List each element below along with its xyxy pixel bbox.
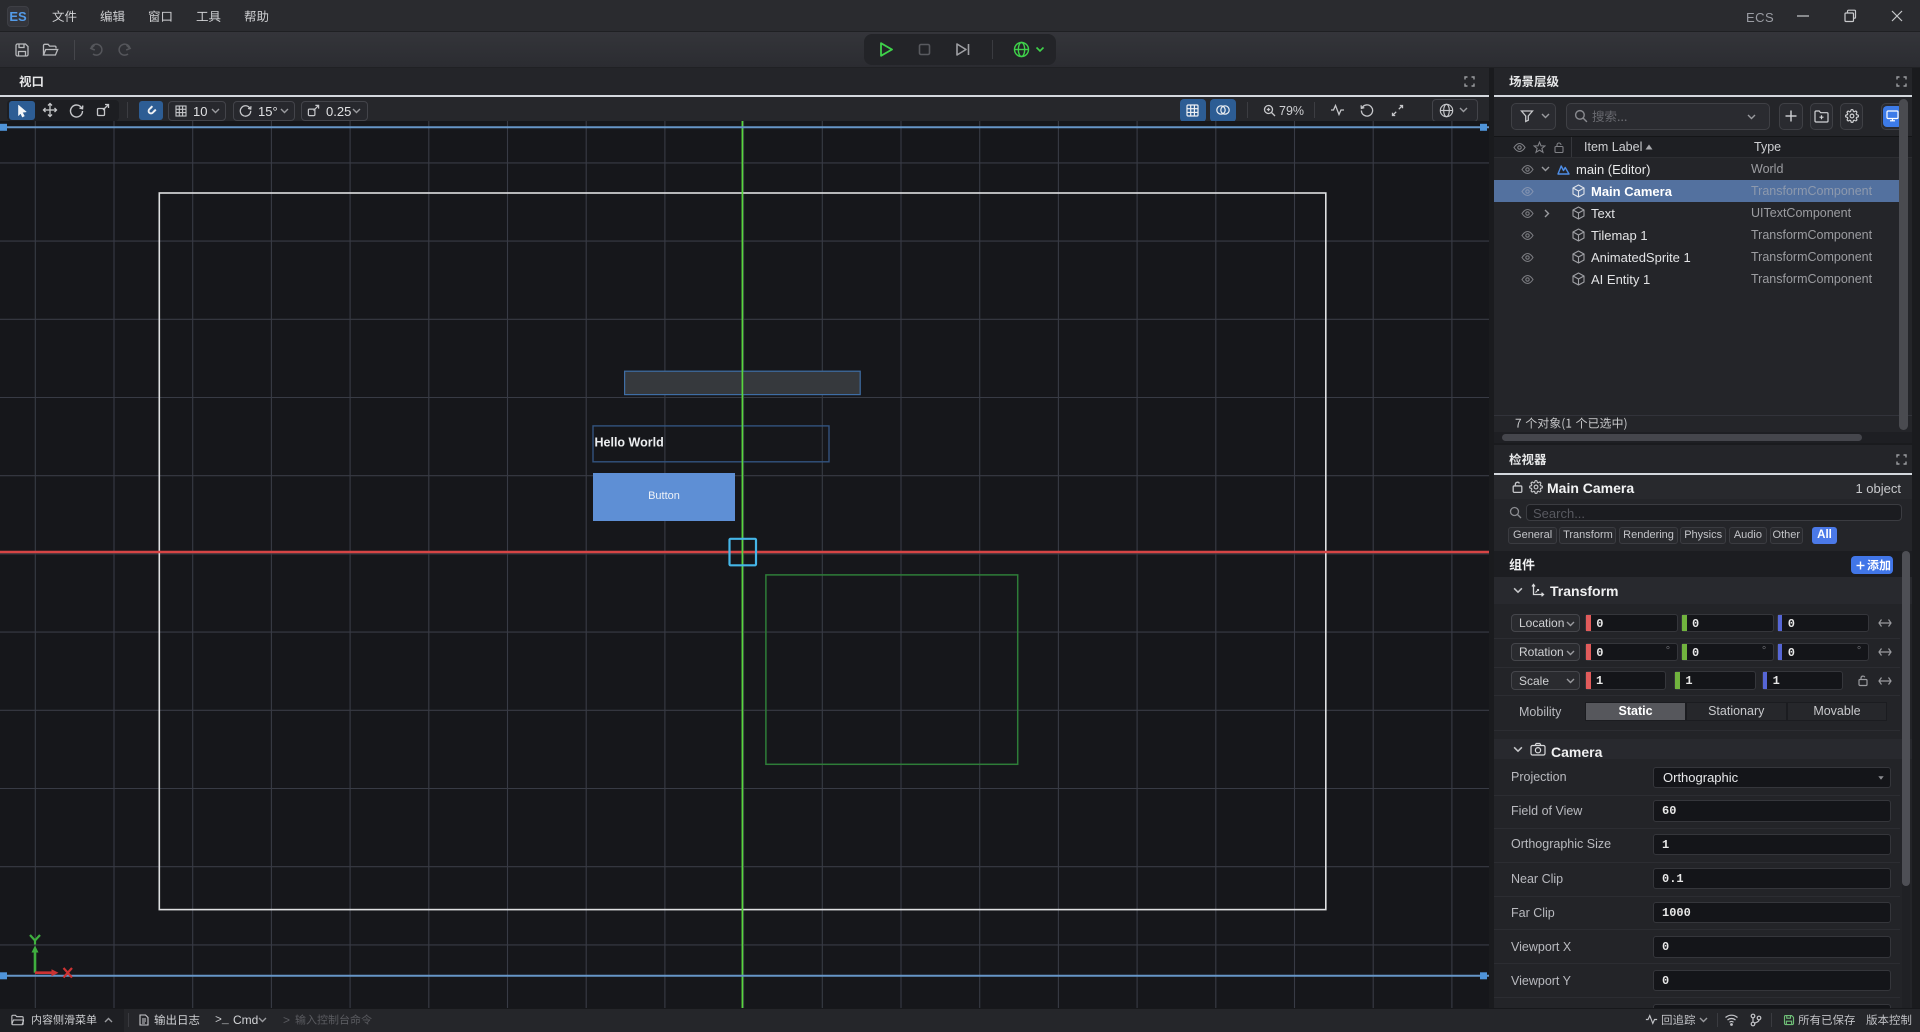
svg-text:Hello World: Hello World [595,436,664,450]
svg-text:Button: Button [648,490,680,502]
